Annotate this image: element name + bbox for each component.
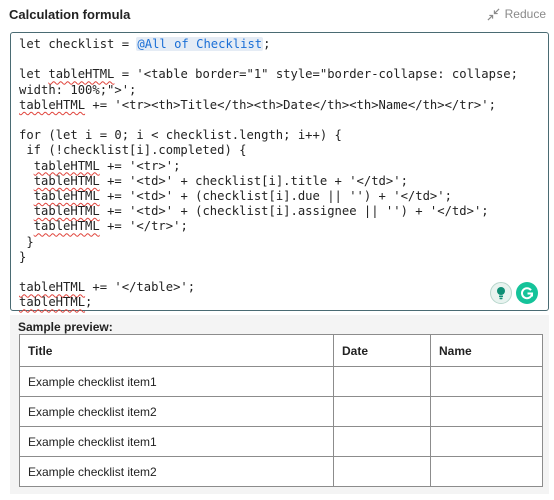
formula-code[interactable]: let checklist = @All of Checklist; let t… xyxy=(19,37,518,311)
code-line: tableHTML += '<td>' + (checklist[i].due … xyxy=(33,189,452,204)
code-line: width: 100%;">'; xyxy=(19,82,137,97)
formula-editor[interactable]: let checklist = @All of Checklist; let t… xyxy=(10,32,549,311)
column-header-title: Title xyxy=(19,334,334,367)
code-line: tableHTML; xyxy=(19,295,93,310)
spell-flag: tableHTML xyxy=(19,295,86,310)
spell-flag: tableHTML xyxy=(33,204,100,219)
table-row: Example checklist item1 xyxy=(19,426,543,457)
reduce-label: Reduce xyxy=(504,7,546,21)
cell-title: Example checklist item2 xyxy=(19,396,334,427)
spell-flag: tableHTML xyxy=(33,173,100,188)
cell-name xyxy=(430,426,543,457)
lightbulb-icon[interactable] xyxy=(490,282,512,304)
code-line: tableHTML += '</tr>'; xyxy=(33,219,188,234)
spell-flag: tableHTML xyxy=(19,97,86,112)
table-row: Example checklist item2 xyxy=(19,396,543,427)
preview-table: Title Date Name Example checklist item1 … xyxy=(19,334,543,487)
code-line: } xyxy=(19,249,27,264)
collapse-arrows-icon xyxy=(487,8,500,20)
section-title: Calculation formula xyxy=(9,7,131,22)
preview-label: Sample preview: xyxy=(18,320,113,334)
spell-flag: tableHTML xyxy=(48,67,115,82)
grammarly-g-icon[interactable] xyxy=(516,282,538,304)
spell-flag: tableHTML xyxy=(33,158,100,173)
column-header-date: Date xyxy=(333,334,431,367)
code-line: tableHTML += '<tr>'; xyxy=(33,158,181,173)
field-token[interactable]: @All of Checklist xyxy=(136,37,264,51)
cell-date xyxy=(333,366,431,397)
code-line: for (let i = 0; i < checklist.length; i+… xyxy=(19,128,342,143)
cell-date xyxy=(333,456,431,487)
cell-date xyxy=(333,426,431,457)
spell-flag: tableHTML xyxy=(19,280,86,295)
cell-name xyxy=(430,456,543,487)
code-line: let checklist = @All of Checklist; xyxy=(19,37,271,51)
cell-title: Example checklist item1 xyxy=(19,366,334,397)
cell-name xyxy=(430,396,543,427)
grammarly-widgets xyxy=(490,282,538,304)
code-line: tableHTML += '<tr><th>Title</th><th>Date… xyxy=(19,97,496,112)
spell-flag: tableHTML xyxy=(33,219,100,234)
code-line: } xyxy=(19,234,34,249)
column-header-name: Name xyxy=(430,334,543,367)
cell-title: Example checklist item1 xyxy=(19,426,334,457)
formula-header: Calculation formula Reduce xyxy=(0,0,554,30)
table-row: Example checklist item1 xyxy=(19,366,543,397)
spell-flag: tableHTML xyxy=(33,189,100,204)
cell-date xyxy=(333,396,431,427)
code-line: if (!checklist[i].completed) { xyxy=(19,143,247,158)
cell-name xyxy=(430,366,543,397)
cell-title: Example checklist item2 xyxy=(19,456,334,487)
code-line: let tableHTML = '<table border="1" style… xyxy=(19,67,518,82)
sample-preview: Sample preview: Title Date Name Example … xyxy=(10,315,549,494)
code-line: tableHTML += '<td>' + (checklist[i].assi… xyxy=(33,204,489,219)
code-line: tableHTML += '<td>' + checklist[i].title… xyxy=(33,173,408,188)
reduce-button[interactable]: Reduce xyxy=(487,7,546,21)
table-header-row: Title Date Name xyxy=(19,334,543,367)
table-row: Example checklist item2 xyxy=(19,456,543,487)
code-line: tableHTML += '</table>'; xyxy=(19,280,196,295)
